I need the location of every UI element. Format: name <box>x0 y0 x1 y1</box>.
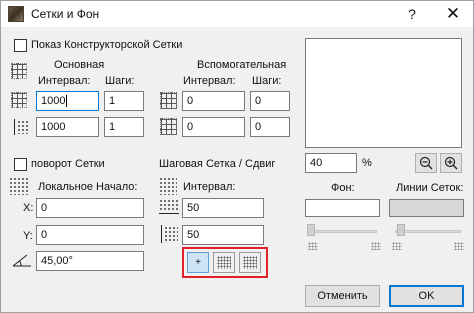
snap-mode-dot-grid-2-button[interactable] <box>239 252 261 273</box>
aux-grid-label: Вспомогательная <box>197 59 287 71</box>
aux-x-steps-field[interactable]: 0 <box>250 91 290 111</box>
rotate-grid-label: поворот Сетки <box>31 158 105 170</box>
cancel-button[interactable]: Отменить <box>305 285 380 307</box>
snap-y-icon <box>159 225 179 243</box>
aux-y-steps-field[interactable]: 0 <box>250 117 290 137</box>
grid-lines-slider-thumb[interactable] <box>397 224 405 236</box>
grid-lines-label: Линии Сеток: <box>396 182 464 194</box>
show-construction-grid-label: Показ Конструкторской Сетки <box>31 39 183 51</box>
main-x-interval-field[interactable]: 1000 <box>36 91 99 111</box>
grid-type-icon <box>11 63 27 79</box>
grids-and-background-dialog: Сетки и Фон ? ✕ Показ Конструкторской Се… <box>0 0 474 313</box>
main-y-interval-field[interactable]: 1000 <box>36 117 99 137</box>
title-bar: Сетки и Фон ? ✕ <box>1 1 473 27</box>
origin-y-field[interactable]: 0 <box>36 225 144 245</box>
background-slider-ticks-right <box>371 242 381 250</box>
close-button[interactable]: ✕ <box>442 4 464 24</box>
app-icon <box>8 6 24 22</box>
zoom-out-icon <box>419 156 433 170</box>
snap-grid-icon <box>159 177 177 195</box>
background-slider-thumb[interactable] <box>307 224 315 236</box>
aux-steps-label: Шаги: <box>252 75 282 87</box>
main-x-steps-field[interactable]: 1 <box>104 91 144 111</box>
grid-lines-slider-ticks-left <box>392 242 402 250</box>
snap-x-field[interactable]: 50 <box>182 198 264 218</box>
rotate-grid-checkbox[interactable] <box>14 158 27 171</box>
origin-x-label: X: <box>23 202 34 214</box>
snap-mode-plus-button[interactable]: + <box>187 252 209 273</box>
window-title: Сетки и Фон <box>31 7 100 21</box>
snap-interval-label: Интервал: <box>183 181 236 193</box>
aux-interval-label: Интервал: <box>183 75 236 87</box>
zoom-in-button[interactable] <box>440 153 462 173</box>
background-color-swatch[interactable] <box>305 199 380 217</box>
aux-y-interval-field[interactable]: 0 <box>182 117 245 137</box>
local-origin-label: Локальное Начало: <box>38 181 138 193</box>
show-construction-grid-checkbox[interactable] <box>14 39 27 52</box>
main-interval-label: Интервал: <box>38 75 91 87</box>
snap-mode-group: + <box>182 247 268 278</box>
local-origin-icon <box>9 177 29 195</box>
zoom-in-icon <box>444 156 458 170</box>
horizontal-spacing-icon <box>11 92 27 108</box>
aux-vertical-spacing-icon <box>160 118 177 135</box>
main-grid-label: Основная <box>54 59 105 71</box>
background-slider-track <box>311 230 377 233</box>
ok-button[interactable]: OK <box>389 285 464 307</box>
snap-x-icon <box>159 199 179 215</box>
angle-field[interactable]: 45,00° <box>36 251 144 271</box>
snap-y-field[interactable]: 50 <box>182 225 264 245</box>
background-slider-ticks-left <box>308 242 318 250</box>
main-y-steps-field[interactable]: 1 <box>104 117 144 137</box>
help-button[interactable]: ? <box>402 4 422 24</box>
zoom-field[interactable]: 40 <box>305 153 357 173</box>
aux-horizontal-spacing-icon <box>160 92 177 109</box>
background-label: Фон: <box>331 182 355 194</box>
angle-icon <box>12 254 31 267</box>
grid-line-color-swatch[interactable] <box>389 199 464 217</box>
snap-grid-label: Шаговая Сетка / Сдвиг <box>159 158 276 170</box>
vertical-spacing-icon <box>11 118 29 136</box>
aux-x-interval-field[interactable]: 0 <box>182 91 245 111</box>
zoom-out-button[interactable] <box>415 153 437 173</box>
snap-mode-dot-grid-button[interactable] <box>213 252 235 273</box>
main-steps-label: Шаги: <box>105 75 135 87</box>
zoom-unit-label: % <box>362 157 372 169</box>
grid-preview <box>305 38 462 148</box>
grid-lines-slider-ticks-right <box>454 242 464 250</box>
origin-y-label: Y: <box>23 230 33 242</box>
origin-x-field[interactable]: 0 <box>36 198 144 218</box>
